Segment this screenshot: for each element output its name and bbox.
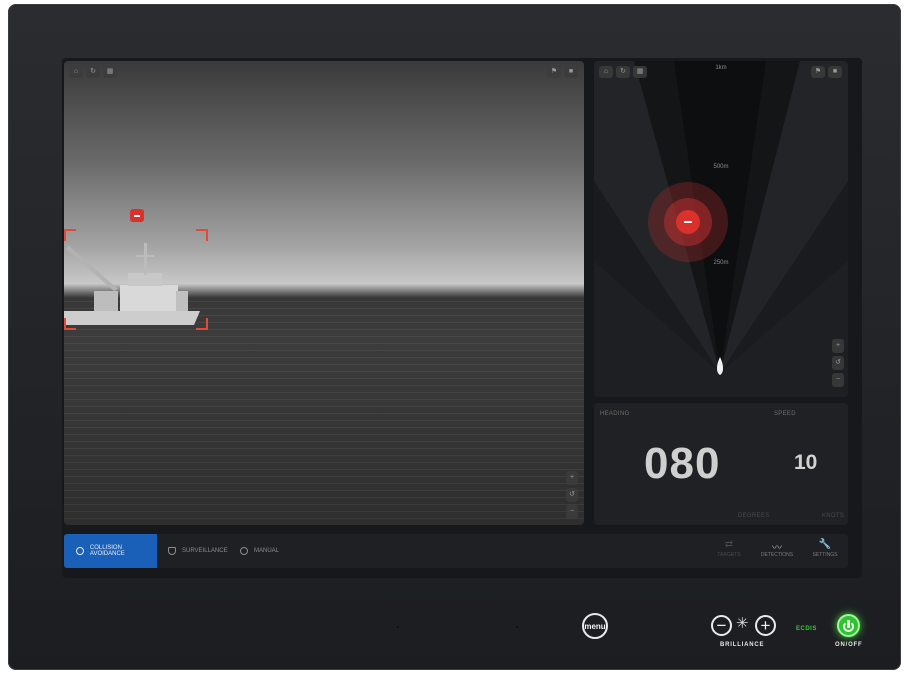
speed-label: SPEED bbox=[774, 411, 796, 417]
camera-feed[interactable]: ⌂ ↻ ▦ ⚑ ■ + ↺ − bbox=[64, 61, 584, 525]
ecdis-indicator: ECDIS bbox=[796, 626, 817, 632]
menu-label: menu bbox=[584, 622, 606, 631]
detections-icon: 〰 bbox=[772, 543, 782, 554]
target-icon bbox=[240, 547, 248, 555]
camera-zoom-controls: + ↺ − bbox=[566, 471, 578, 519]
record-icon[interactable]: ■ bbox=[828, 66, 842, 78]
sensor-dot bbox=[516, 626, 518, 628]
tool-label: DETECTIONS bbox=[760, 552, 794, 558]
flag-icon[interactable]: ⚑ bbox=[547, 66, 561, 78]
target-bracket-top-left bbox=[64, 229, 76, 241]
target-bracket-bottom-left bbox=[64, 318, 76, 330]
zoom-in-button[interactable]: + bbox=[566, 471, 578, 485]
wrench-icon: 🔧 bbox=[818, 539, 832, 550]
tool-label: SETTINGS bbox=[812, 552, 838, 558]
target-bracket-bottom-right bbox=[196, 318, 208, 330]
grid-icon[interactable]: ▦ bbox=[633, 66, 647, 78]
mode-bar: COLLISION AVOIDANCE SURVEILLANCE MANUAL … bbox=[64, 534, 848, 568]
menu-button[interactable]: menu bbox=[582, 613, 608, 639]
record-icon[interactable]: ■ bbox=[564, 66, 578, 78]
radar-right-tools: ⚑ ■ bbox=[811, 66, 842, 78]
reset-view-button[interactable]: ↺ bbox=[566, 488, 578, 502]
grid-icon[interactable]: ▦ bbox=[103, 66, 117, 78]
settings-button[interactable]: 🔧 SETTINGS bbox=[802, 534, 848, 568]
radar-sectors bbox=[594, 61, 848, 397]
range-label-250m: 250m bbox=[713, 260, 729, 266]
flag-icon[interactable]: ⚑ bbox=[811, 66, 825, 78]
rotate-icon[interactable]: ↻ bbox=[616, 66, 630, 78]
reset-view-button[interactable]: ↺ bbox=[832, 356, 844, 370]
sensor-dot bbox=[397, 626, 399, 628]
radar-zoom-controls: + ↺ − bbox=[832, 339, 844, 387]
brilliance-decrease-button[interactable]: − bbox=[711, 615, 732, 636]
speed-unit: KNOTS bbox=[822, 513, 845, 519]
tool-label: TARGETS bbox=[717, 552, 741, 558]
heading-label: HEADING bbox=[600, 411, 630, 417]
camera-right-tools: ⚑ ■ bbox=[547, 66, 578, 78]
zoom-in-button[interactable]: + bbox=[832, 339, 844, 353]
targets-button[interactable]: ⇄ TARGETS bbox=[706, 534, 752, 568]
mode-label: MANUAL bbox=[254, 548, 280, 554]
camera-toolbar: ⌂ ↻ ▦ bbox=[69, 66, 117, 78]
radar-view[interactable]: 1km 500m 250m ⌂ ↻ ▦ ⚑ ■ + ↺ − bbox=[594, 61, 848, 397]
mode-surveillance[interactable]: SURVEILLANCE bbox=[168, 534, 228, 568]
mode-manual[interactable]: MANUAL bbox=[240, 534, 279, 568]
power-button[interactable] bbox=[837, 614, 860, 637]
main-screen: ⌂ ↻ ▦ ⚑ ■ + ↺ − 1km 500m 250m ⌂ ↻ ▦ ⚑ ■ … bbox=[62, 58, 862, 578]
target-alert-tag[interactable] bbox=[130, 209, 144, 222]
target-vessel bbox=[64, 243, 200, 325]
mode-label: SURVEILLANCE bbox=[182, 548, 228, 554]
mode-label: COLLISION AVOIDANCE bbox=[89, 545, 125, 557]
home-icon[interactable]: ⌂ bbox=[69, 66, 83, 78]
speed-value: 10 bbox=[794, 451, 818, 474]
brilliance-label: BRILLIANCE bbox=[720, 642, 765, 648]
shield-icon bbox=[168, 547, 176, 555]
navigation-readout: HEADING SPEED 080 10 DEGREES KNOTS bbox=[594, 403, 848, 525]
zoom-out-button[interactable]: − bbox=[566, 505, 578, 519]
radar-toolbar: ⌂ ↻ ▦ bbox=[599, 66, 647, 78]
power-label: ON/OFF bbox=[835, 642, 863, 648]
detections-button[interactable]: 〰 DETECTIONS bbox=[754, 534, 800, 568]
mode-collision-avoidance[interactable]: COLLISION AVOIDANCE bbox=[64, 534, 157, 568]
heading-value: 080 bbox=[644, 439, 721, 488]
rotate-icon[interactable]: ↻ bbox=[86, 66, 100, 78]
sun-icon: ✳ bbox=[736, 615, 749, 632]
compass-icon bbox=[76, 547, 84, 555]
home-icon[interactable]: ⌂ bbox=[599, 66, 613, 78]
target-bracket-top-right bbox=[196, 229, 208, 241]
range-label-1km: 1km bbox=[715, 65, 727, 71]
zoom-out-button[interactable]: − bbox=[832, 373, 844, 387]
heading-unit: DEGREES bbox=[738, 513, 770, 519]
brilliance-increase-button[interactable]: + bbox=[755, 615, 776, 636]
range-label-500m: 500m bbox=[713, 164, 729, 170]
target-switch-icon: ⇄ bbox=[724, 539, 734, 550]
